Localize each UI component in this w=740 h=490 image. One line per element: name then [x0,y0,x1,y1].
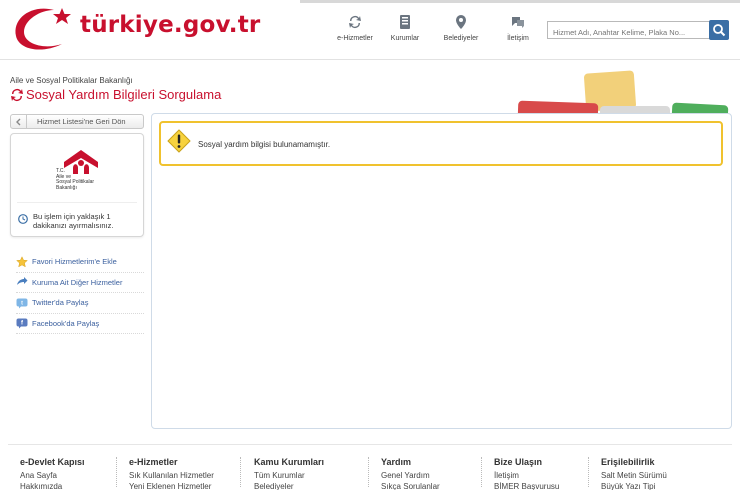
footer-link[interactable]: Belediyeler [254,481,324,490]
footer-link[interactable]: Tüm Kurumlar [254,470,324,481]
chevron-left-icon [11,115,27,128]
refresh-arrows-icon [11,88,23,101]
search-input[interactable] [548,24,708,41]
add-to-favorites-link[interactable]: Favori Hizmetlerim'e Ekle [16,252,144,273]
footer-link[interactable]: Ana Sayfa [20,470,85,481]
svg-text:t: t [21,300,23,306]
sidebar-links: Favori Hizmetlerim'e Ekle Kuruma Ait Diğ… [16,252,144,334]
facebook-icon: f [16,318,28,329]
organization-card: T.C. Aile ve Sosyal Politikalar Bakanlığ… [10,133,144,237]
share-facebook-link[interactable]: f Facebook'da Paylaş [16,314,144,334]
footer-link[interactable]: Sıkça Sorulanlar [381,481,440,490]
footer-link[interactable]: Yeni Eklenen Hizmetler [129,481,214,490]
top-border [300,0,740,3]
crescent-star-logo-icon [15,8,71,50]
footer-link[interactable]: Büyük Yazı Tipi [601,481,667,490]
search-box [547,21,729,41]
clock-icon [18,214,28,224]
footer-col-edevlet: e-Devlet Kapısı Ana Sayfa Hakkımızda [20,457,85,490]
refresh-arrows-icon [349,16,361,29]
footer-link[interactable]: Sık Kullanılan Hizmetler [129,470,214,481]
estimated-time-text: Bu işlem için yaklaşık 1 dakikanızı ayır… [33,212,114,230]
page-title: Sosyal Yardım Bilgileri Sorgulama [10,87,221,102]
warning-icon [167,129,191,153]
nav-iletisim[interactable]: İletişim [488,14,548,42]
footer-separator [240,457,241,487]
share-twitter-link[interactable]: t Twitter'da Paylaş [16,293,144,314]
organization-name: T.C. Aile ve Sosyal Politikalar Bakanlığ… [56,168,95,191]
footer-col-iletisim: Bize Ulaşın İletişim BİMER Başvurusu [494,457,560,490]
footer-link[interactable]: İletişim [494,470,559,481]
other-services-link[interactable]: Kuruma Ait Diğer Hizmetler [16,273,144,293]
building-icon [400,15,410,29]
divider [17,202,137,203]
site-header: türkiye.gov.tr e-Hizmetler Kurumlar Bele… [0,0,740,60]
chat-bubble-icon [512,17,524,28]
footer-col-kurumlar: Kamu Kurumları Tüm Kurumlar Belediyeler [254,457,325,490]
footer-col-yardim: Yardım Genel Yardım Sıkça Sorulanlar [381,457,440,490]
star-icon [16,255,28,268]
footer-link[interactable]: Hakkımızda [20,481,85,490]
footer-separator [588,457,589,487]
footer-link[interactable]: BİMER Başvurusu [494,481,559,490]
search-icon [713,24,726,37]
footer-separator [481,457,482,487]
footer-separator [368,457,369,487]
footer-link[interactable]: Salt Metin Sürümü [601,470,667,481]
footer-col-ehizmetler: e-Hizmetler Sık Kullanılan Hizmetler Yen… [129,457,214,490]
twitter-icon: t [16,298,28,309]
warning-alert: Sosyal yardım bilgisi bulunamamıştır. [159,121,723,166]
footer-col-erisilebilirlik: Erişilebilirlik Salt Metin Sürümü Büyük … [601,457,667,490]
breadcrumb[interactable]: Aile ve Sosyal Politikalar Bakanlığı [10,76,133,85]
logo-text: türkiye.gov.tr [80,12,261,38]
alert-message: Sosyal yardım bilgisi bulunamamıştır. [198,140,331,149]
nav-belediyeler[interactable]: Belediyeler [431,14,491,42]
footer-link[interactable]: Genel Yardım [381,470,440,481]
back-to-list-button[interactable]: Hizmet Listesi'ne Geri Dön [10,114,144,129]
nav-kurumlar[interactable]: Kurumlar [375,14,435,42]
footer-separator [116,457,117,487]
site-logo[interactable]: türkiye.gov.tr [10,4,260,54]
search-button[interactable] [709,20,729,40]
arrow-icon [17,277,28,286]
map-pin-icon [456,15,466,29]
site-footer: e-Devlet Kapısı Ana Sayfa Hakkımızda e-H… [8,444,732,490]
